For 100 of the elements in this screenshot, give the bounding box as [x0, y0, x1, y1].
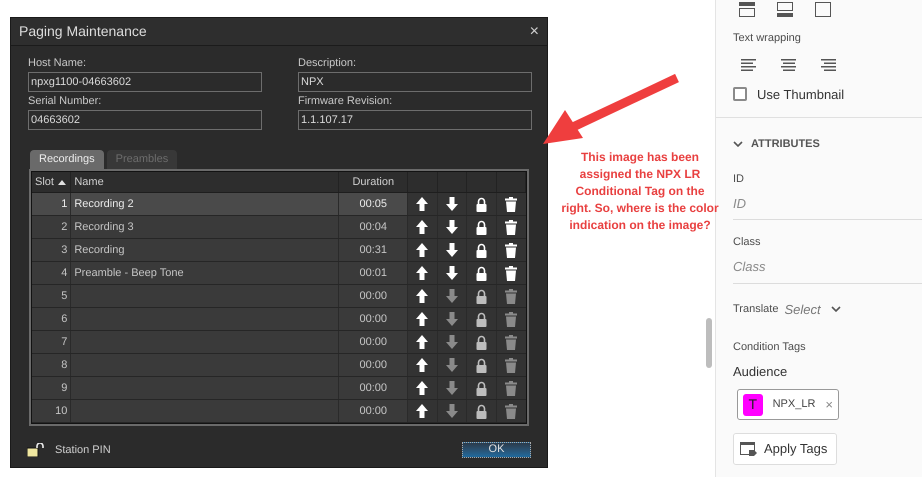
up-arrow-icon[interactable] — [416, 358, 428, 372]
slot-number: 9 — [61, 380, 68, 396]
up-arrow-icon[interactable] — [416, 266, 428, 280]
field-label: ID — [733, 172, 745, 186]
up-arrow-icon[interactable] — [416, 312, 428, 326]
annotation-text: Conditional Tag on the — [575, 183, 705, 200]
lock-icon[interactable] — [476, 196, 487, 212]
lock-icon[interactable] — [476, 220, 487, 234]
table-row[interactable]: 5 00:00 — [32, 285, 526, 308]
duration: 00:00 — [360, 404, 388, 419]
duration: 00:00 — [360, 380, 388, 396]
table-row[interactable]: 3 Recording 00:31 — [32, 239, 526, 262]
sort-ascending-icon — [58, 180, 66, 184]
duration: 00:01 — [360, 266, 388, 281]
column-header[interactable]: Duration — [352, 174, 394, 190]
lock-icon[interactable] — [476, 334, 487, 350]
up-arrow-icon[interactable] — [416, 404, 428, 418]
lock-icon[interactable] — [476, 266, 487, 280]
slot-number: 5 — [61, 288, 68, 304]
column-header[interactable]: Name — [74, 174, 104, 190]
tab[interactable]: Recordings — [30, 150, 104, 169]
trash-icon[interactable] — [505, 242, 518, 258]
apply-tags-button[interactable]: Apply Tags — [733, 433, 837, 465]
annotation-text: assigned the NPX LR — [580, 166, 700, 183]
field-label: Class — [733, 235, 762, 250]
up-arrow-icon[interactable] — [416, 197, 428, 211]
table-row[interactable]: 1 Recording 2 00:05 — [32, 193, 526, 216]
ok-button[interactable]: OK — [462, 442, 531, 458]
duration: 00:00 — [360, 334, 388, 350]
trash-icon[interactable] — [505, 266, 518, 280]
align-right-icon[interactable] — [821, 58, 836, 72]
scrollbar-thumb[interactable] — [706, 318, 712, 368]
column-header[interactable]: Slot — [35, 174, 54, 190]
wrap-top-icon[interactable] — [739, 2, 755, 18]
recording-name: Recording 2 — [74, 196, 134, 212]
tag-window-icon — [740, 442, 758, 456]
down-arrow-icon[interactable] — [446, 220, 458, 234]
chevron-icon — [733, 141, 743, 148]
text-field[interactable]: npxg1100-04663602 — [28, 72, 262, 92]
slot-number: 8 — [61, 358, 68, 373]
trash-icon[interactable] — [505, 196, 518, 212]
tag-name: NPX_LR — [772, 397, 816, 412]
lock-icon[interactable] — [476, 242, 487, 258]
table-row[interactable]: 7 00:00 — [32, 331, 526, 354]
close-button[interactable]: × — [530, 24, 539, 40]
duration: 00:31 — [360, 242, 388, 258]
align-center-icon[interactable] — [781, 58, 796, 72]
text-field[interactable]: 1.1.107.17 — [298, 110, 532, 130]
attributes-header[interactable]: ATTRIBUTES — [733, 136, 922, 152]
up-arrow-icon[interactable] — [416, 243, 428, 257]
lock-icon[interactable] — [476, 358, 487, 372]
table-row[interactable]: 6 00:00 — [32, 308, 526, 331]
table-row[interactable]: 4 Preamble - Beep Tone 00:01 — [32, 262, 526, 285]
square-icon[interactable] — [815, 2, 831, 18]
down-arrow-icon[interactable] — [446, 197, 458, 211]
lock-icon[interactable] — [476, 312, 487, 326]
text-field[interactable]: Class — [733, 256, 922, 276]
lock-icon[interactable] — [476, 404, 487, 418]
lock-icon[interactable] — [476, 288, 487, 304]
field-label: Translate — [733, 302, 778, 317]
field-label: Firmware Revision: — [298, 95, 394, 108]
window-title: Paging Maintenance — [19, 22, 147, 41]
slot-number: 10 — [55, 404, 68, 419]
align-left-icon[interactable] — [741, 58, 756, 72]
table-row[interactable]: 8 00:00 — [32, 354, 526, 377]
text-field[interactable]: 04663602 — [28, 110, 262, 130]
up-arrow-icon[interactable] — [416, 381, 428, 395]
tag-chip[interactable]: T NPX_LR × — [737, 389, 839, 420]
wrap-bottom-icon[interactable] — [777, 2, 793, 18]
table-row[interactable]: 9 00:00 — [32, 377, 526, 400]
recording-name: Recording 3 — [74, 220, 134, 235]
remove-tag-button[interactable]: × — [825, 398, 833, 411]
checkbox[interactable] — [733, 87, 747, 102]
down-arrow-icon[interactable] — [446, 266, 458, 280]
trash-icon[interactable] — [505, 220, 518, 234]
slot-number: 2 — [61, 220, 68, 235]
lock-icon[interactable] — [476, 380, 487, 396]
slot-number: 7 — [61, 334, 68, 350]
slot-number: 4 — [61, 266, 68, 281]
translate-dropdown[interactable]: Select — [784, 300, 841, 319]
field-label: Host Name: — [28, 57, 88, 70]
slot-number: 6 — [61, 312, 68, 327]
duration: 00:04 — [360, 220, 388, 235]
field-label: Serial Number: — [28, 95, 102, 108]
up-arrow-icon[interactable] — [416, 289, 428, 303]
tag-color-swatch: T — [743, 394, 763, 416]
up-arrow-icon[interactable] — [416, 335, 428, 349]
unlocked-padlock-icon[interactable] — [27, 442, 45, 457]
section-label: Text wrapping — [733, 31, 802, 46]
text-field[interactable]: ID — [733, 193, 922, 213]
field-label: Description: — [298, 57, 358, 70]
up-arrow-icon[interactable] — [416, 220, 428, 234]
duration: 00:00 — [360, 358, 388, 373]
table-row[interactable]: 2 Recording 3 00:04 — [32, 216, 526, 239]
section-label: Condition Tags — [733, 340, 807, 355]
text-field[interactable]: NPX — [298, 72, 532, 92]
down-arrow-icon[interactable] — [446, 243, 458, 257]
table-row[interactable]: 10 00:00 — [32, 400, 526, 423]
recording-name: Preamble - Beep Tone — [74, 266, 184, 281]
slot-number: 1 — [61, 196, 68, 212]
